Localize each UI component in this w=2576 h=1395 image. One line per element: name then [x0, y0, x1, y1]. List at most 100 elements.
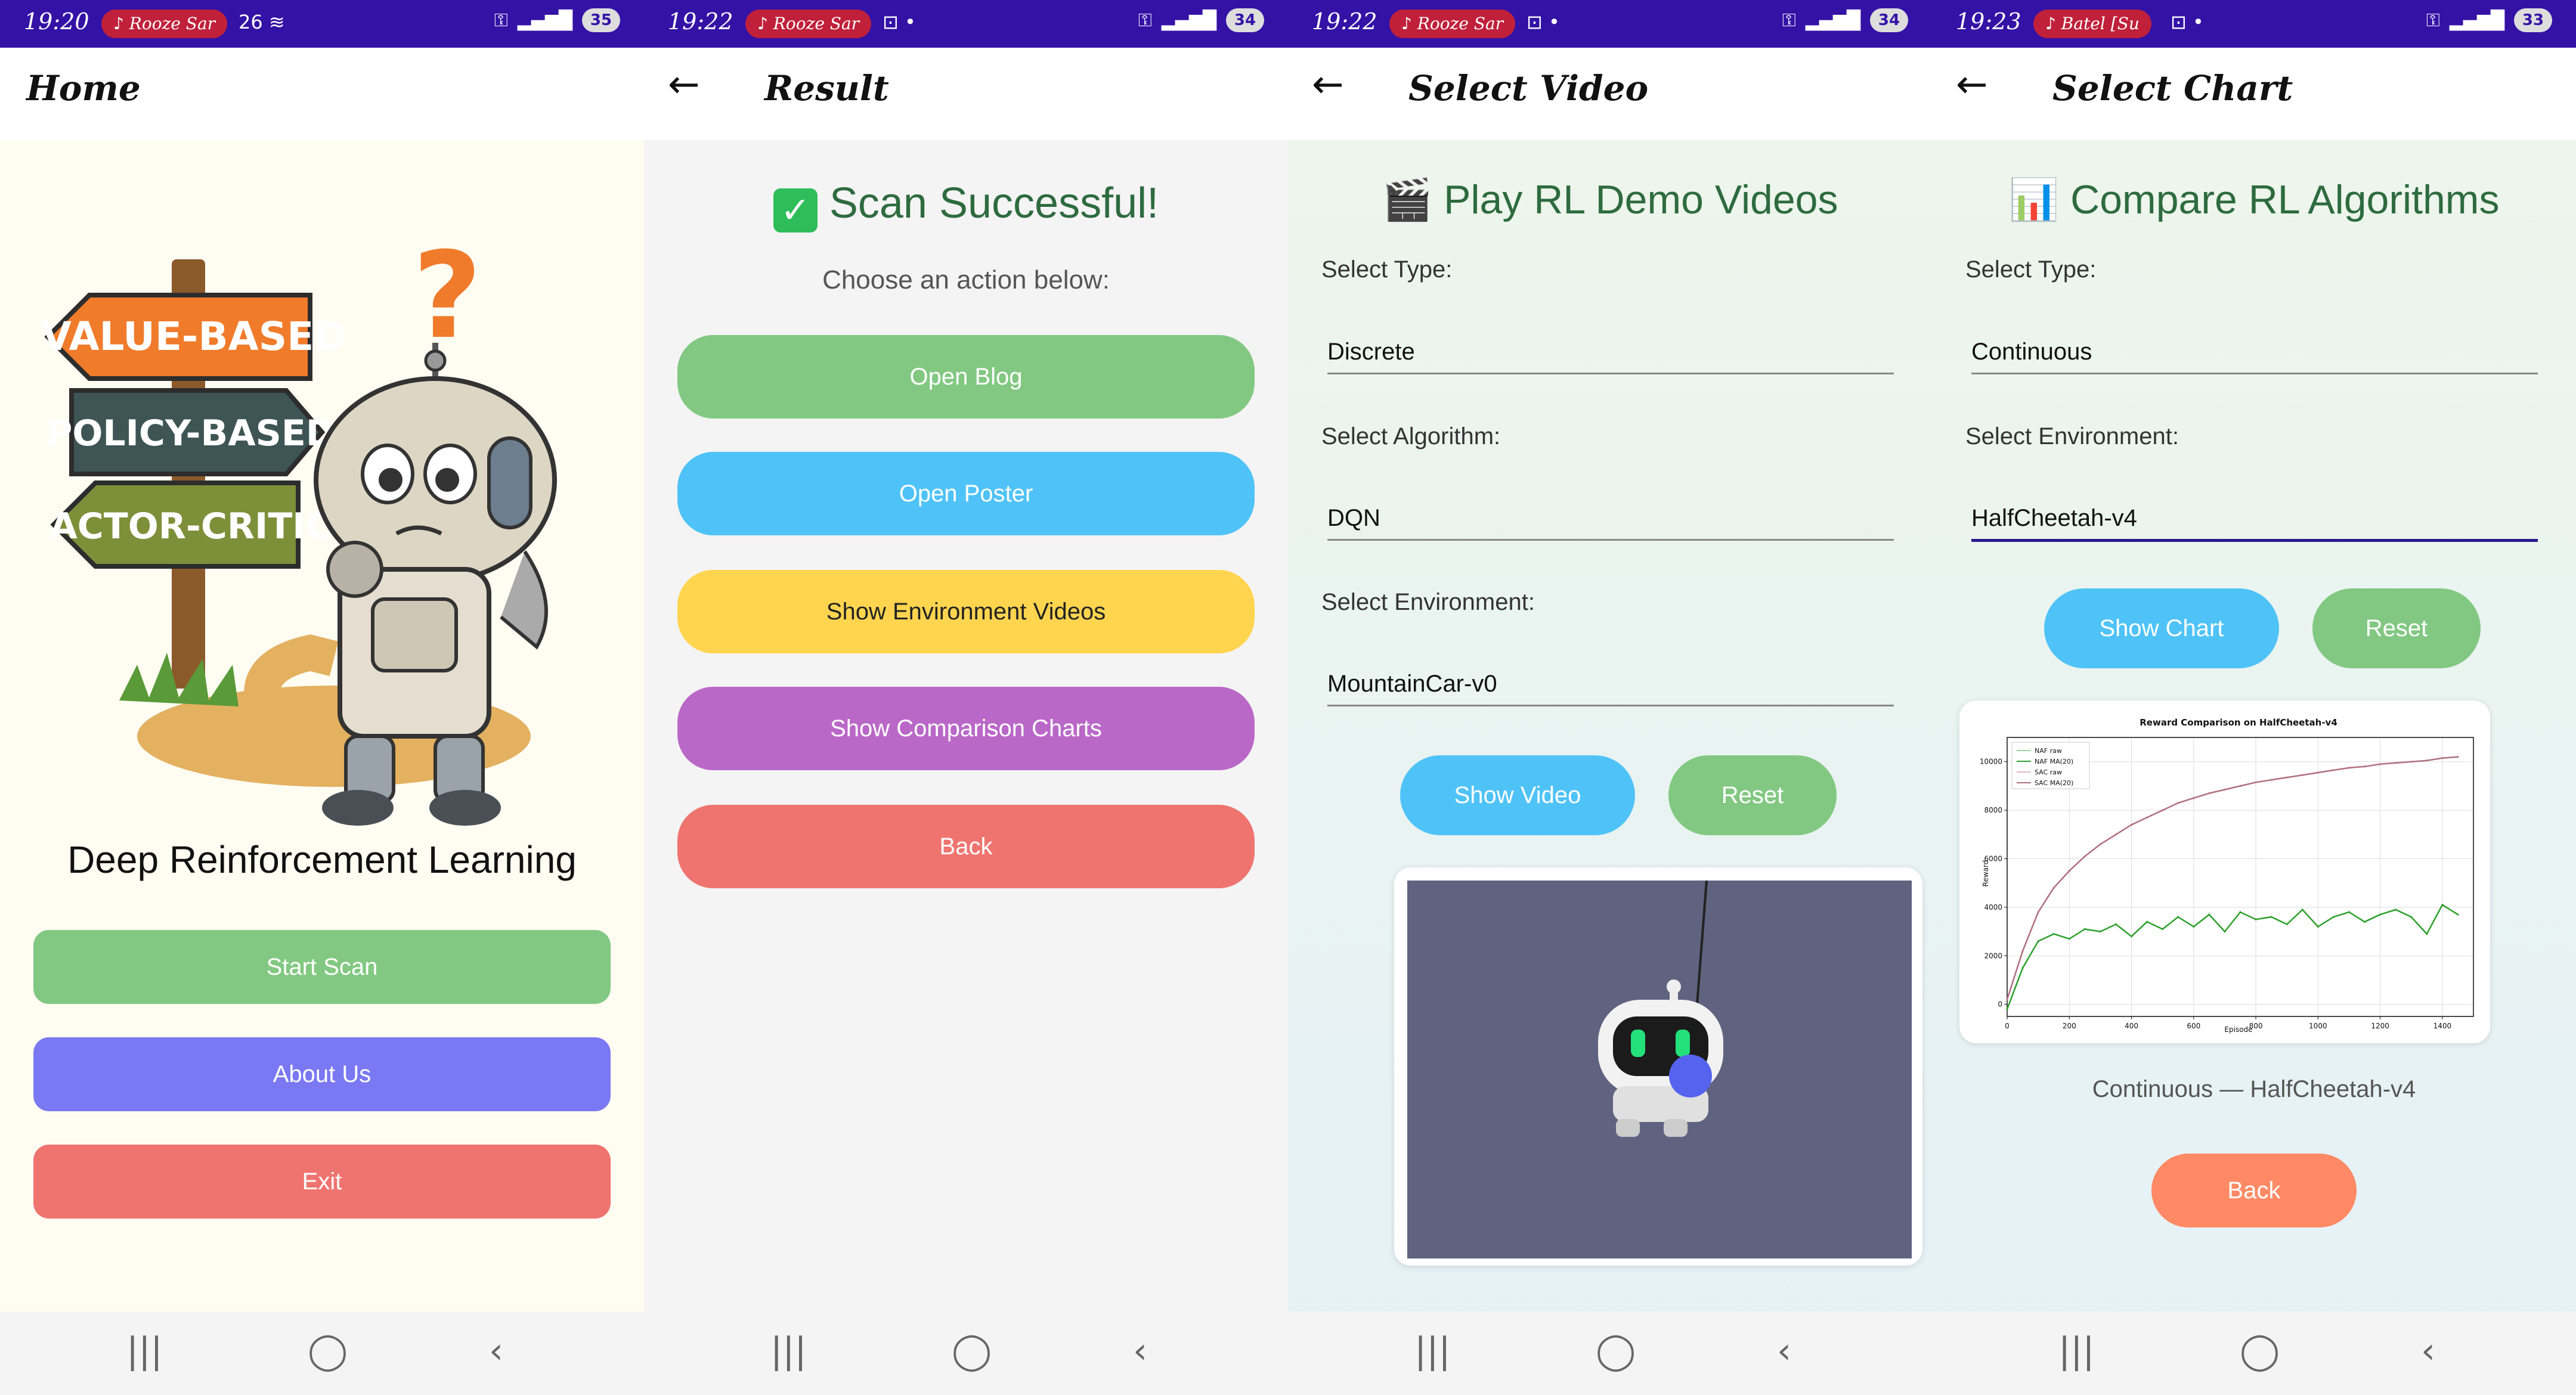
signal-icon: ▂▄▆█ [1161, 10, 1216, 31]
series-point [2130, 935, 2133, 938]
key-icon: ⚿ [1138, 10, 1152, 31]
series-point [2441, 757, 2444, 760]
environment-dropdown[interactable]: HalfCheetah-v4 [1971, 505, 2538, 542]
series-point [2037, 940, 2039, 943]
series-point [2224, 788, 2226, 791]
result-screen: 19:22 ♪ Rooze Sar ⊡ • ⚿ ▂▄▆█ 34 ← Result… [644, 0, 1288, 1395]
back-nav-icon[interactable]: ‹ [1777, 1333, 1791, 1369]
series-point [2379, 763, 2382, 765]
reset-button[interactable]: Reset [2312, 588, 2481, 668]
chart-ylabel: Reward [1981, 860, 1990, 887]
series-point [2301, 909, 2303, 911]
exit-button[interactable]: Exit [33, 1145, 611, 1219]
success-heading-text: Scan Successful! [829, 179, 1159, 227]
series-point [2426, 933, 2428, 935]
home-nav-icon[interactable]: ◯ [1596, 1333, 1636, 1369]
recent-apps-icon[interactable]: ||| [126, 1333, 163, 1369]
status-time: 19:22 [668, 8, 733, 35]
back-button[interactable]: Back [2151, 1154, 2357, 1227]
page-title: Select Chart [2052, 68, 2293, 108]
home-nav-icon[interactable]: ◯ [2240, 1333, 2280, 1369]
recent-apps-icon[interactable]: ||| [1414, 1333, 1451, 1369]
series-point [2332, 916, 2334, 918]
recent-apps-icon[interactable]: ||| [2058, 1333, 2095, 1369]
x-tick-label: 1200 [2371, 1022, 2389, 1030]
recent-apps-icon[interactable]: ||| [770, 1333, 807, 1369]
show-environment-videos-button[interactable]: Show Environment Videos [677, 570, 1255, 653]
series-point [2255, 781, 2257, 783]
home-nav-icon[interactable]: ◯ [308, 1333, 348, 1369]
open-blog-button[interactable]: Open Blog [677, 335, 1255, 418]
question-mark: ? [413, 227, 482, 365]
home-nav-icon[interactable]: ◯ [952, 1333, 992, 1369]
series-point [2224, 930, 2226, 933]
key-icon: ⚿ [494, 10, 508, 31]
check-icon: ✓ [773, 188, 818, 232]
about-us-button[interactable]: About Us [33, 1037, 611, 1111]
status-bar: 19:20 ♪ Rooze Sar 26 ≋ ⚿ ▂▄▆█ 35 [0, 0, 644, 48]
legend-label: SAC MA(20) [2035, 779, 2073, 787]
page-title: Select Video [1408, 68, 1649, 108]
reset-button[interactable]: Reset [1668, 755, 1837, 835]
series-point [2301, 774, 2303, 776]
show-video-button[interactable]: Show Video [1400, 755, 1635, 835]
select-chart-content: 📊 Compare RL Algorithms Select Type: Con… [1932, 140, 2576, 1312]
back-arrow-icon[interactable]: ← [1956, 66, 1988, 104]
series-point [2426, 760, 2428, 762]
series-point [2332, 769, 2334, 771]
robot-signpost-illustration: VALUE-BASED POLICY-BASED ACTOR-CRITIC ? [41, 227, 557, 826]
environment-dropdown[interactable]: MountainCar-v0 [1327, 671, 1894, 706]
algorithm-dropdown[interactable]: DQN [1327, 505, 1894, 541]
series-point [2286, 776, 2288, 779]
back-nav-icon[interactable]: ‹ [489, 1333, 503, 1369]
video-player[interactable] [1407, 881, 1912, 1258]
open-poster-button[interactable]: Open Poster [677, 452, 1255, 535]
status-bar: 19:22 ♪ Rooze Sar ⊡ • ⚿ ▂▄▆█ 34 [644, 0, 1288, 48]
home-screen: 19:20 ♪ Rooze Sar 26 ≋ ⚿ ▂▄▆█ 35 Home VA… [0, 0, 644, 1395]
series-point [2130, 823, 2133, 826]
series-point [2052, 886, 2055, 889]
legend-label: SAC raw [2035, 768, 2062, 776]
series-point [2006, 998, 2008, 1001]
status-icons: ⚿ ▂▄▆█ 33 [2426, 8, 2552, 32]
series-point [2317, 771, 2319, 774]
series-point [2457, 755, 2459, 758]
series-point [2270, 916, 2272, 918]
status-icons: ⚿ ▂▄▆█ 34 [1138, 8, 1264, 32]
app-bar: Home [0, 48, 644, 140]
series-point [2395, 909, 2397, 911]
chart-xlabel: Episode [2224, 1025, 2252, 1034]
series-point [2239, 911, 2241, 913]
x-tick-label: 1000 [2309, 1022, 2327, 1030]
y-tick-label: 0 [1998, 1000, 2002, 1009]
series-line-naf-ma-20- [2006, 904, 2459, 1010]
select-video-screen: 19:22 ♪ Rooze Sar ⊡ • ⚿ ▂▄▆█ 34 ← Select… [1288, 0, 1932, 1395]
type-dropdown[interactable]: Continuous [1971, 339, 2538, 374]
type-dropdown[interactable]: Discrete [1327, 339, 1894, 374]
status-extra: ⊡ • [2171, 11, 2204, 33]
start-scan-button[interactable]: Start Scan [33, 930, 611, 1004]
series-point [2193, 797, 2195, 799]
back-arrow-icon[interactable]: ← [668, 66, 700, 104]
legend-label: NAF raw [2035, 747, 2062, 755]
series-point [2441, 904, 2444, 906]
status-icons: ⚿ ▂▄▆█ 35 [494, 8, 620, 32]
back-button[interactable]: Back [677, 805, 1255, 888]
series-point [2208, 792, 2210, 795]
series-point [2162, 928, 2164, 931]
success-heading: ✓ Scan Successful! [644, 179, 1288, 232]
series-point [2208, 913, 2210, 916]
series-point [2348, 767, 2351, 769]
back-arrow-icon[interactable]: ← [1312, 66, 1344, 104]
series-point [2410, 761, 2413, 763]
series-point [2457, 913, 2459, 916]
back-nav-icon[interactable]: ‹ [1133, 1333, 1147, 1369]
show-comparison-charts-button[interactable]: Show Comparison Charts [677, 687, 1255, 770]
chart-title: Reward Comparison on HalfCheetah-v4 [2140, 717, 2337, 728]
y-tick-label: 8000 [1984, 806, 2002, 814]
back-nav-icon[interactable]: ‹ [2421, 1333, 2435, 1369]
music-pill: ♪ Rooze Sar [1389, 10, 1516, 38]
app-bar: ← Select Video [1288, 48, 1932, 140]
series-point [2099, 930, 2101, 933]
show-chart-button[interactable]: Show Chart [2044, 588, 2279, 668]
